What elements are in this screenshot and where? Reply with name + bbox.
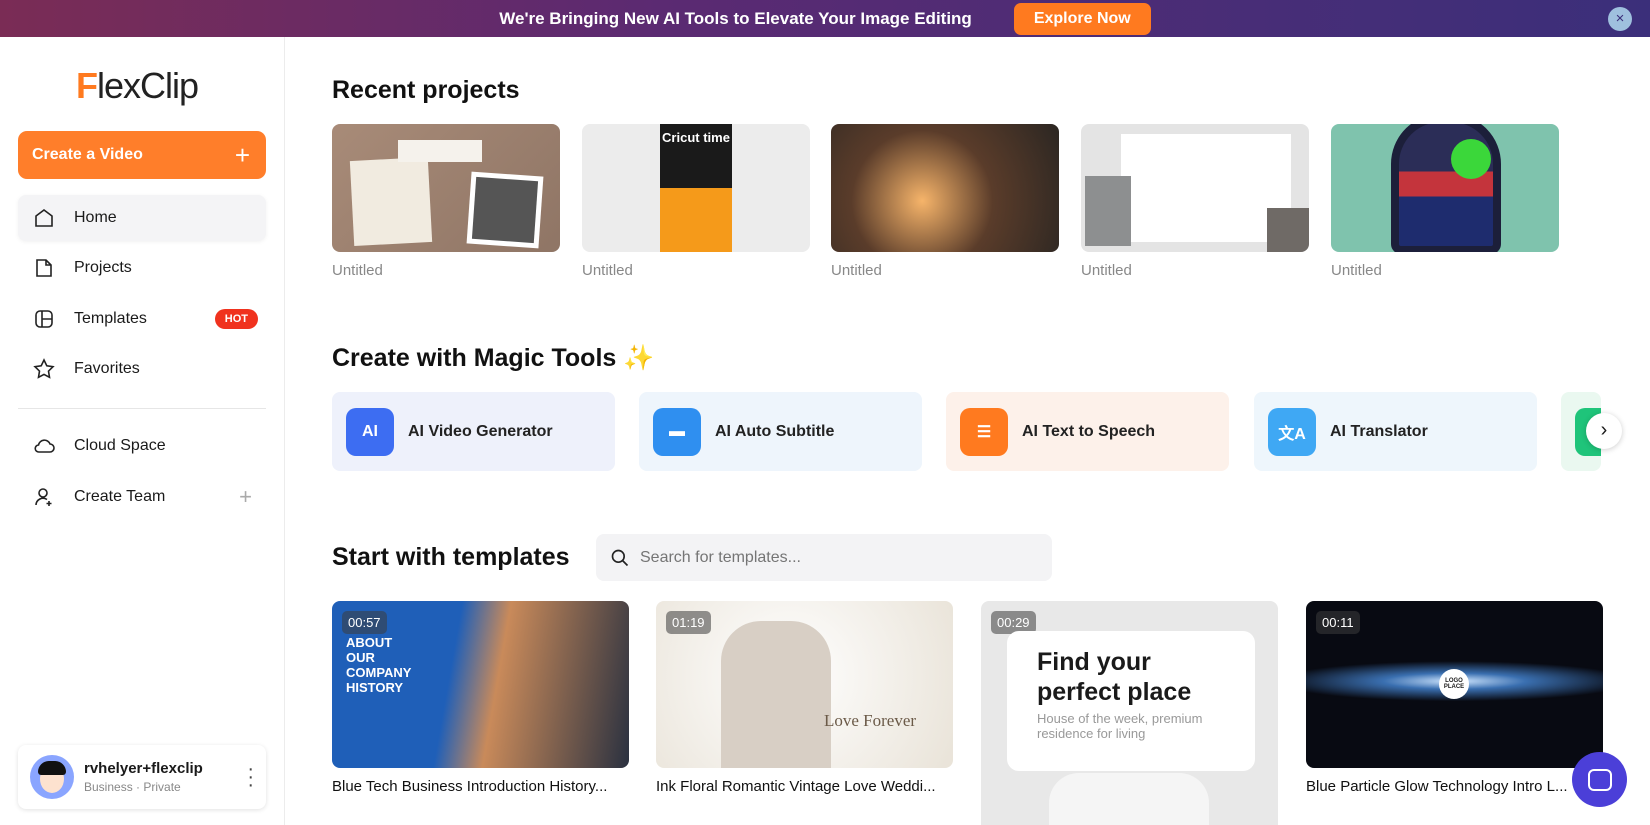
more-options-icon[interactable]: · · ·: [247, 759, 254, 795]
duration-badge: 01:19: [666, 611, 711, 634]
subtitle-icon: ▬: [653, 407, 701, 456]
template-label: Blue Tech Business Introduction History.…: [332, 778, 608, 795]
banner-text: We're Bringing New AI Tools to Elevate Y…: [499, 8, 972, 28]
sidebar-item-label: Favorites: [74, 360, 140, 377]
duration-badge: 00:57: [342, 611, 387, 634]
project-thumbnail[interactable]: [831, 124, 1059, 252]
translate-icon: 文A: [1268, 407, 1316, 456]
tool-ai-translator[interactable]: 文A AI Translator: [1254, 392, 1537, 471]
template-card[interactable]: 00:29 Find your perfect place House of t…: [981, 601, 1278, 825]
thumb-text: Love Forever: [824, 711, 917, 730]
thumb-subtext: House of the week, premium residence for…: [1037, 711, 1203, 741]
user-account-card[interactable]: rvhelyer+flexclip Business · Private · · ·: [18, 745, 266, 809]
sidebar-item-label: Projects: [74, 259, 132, 276]
magic-tools-title-text: Create with Magic Tools: [332, 344, 617, 372]
explore-now-button[interactable]: Explore Now: [1013, 2, 1151, 35]
star-icon: [33, 358, 55, 379]
cloud-icon: [34, 439, 55, 453]
tool-ai-auto-subtitle[interactable]: ▬ AI Auto Subtitle: [639, 392, 922, 471]
chat-support-button[interactable]: [1572, 752, 1627, 807]
user-name: rvhelyer+flexclip: [84, 760, 203, 777]
template-label: Ink Floral Romantic Vintage Love Weddi..…: [656, 778, 936, 795]
chevron-right-icon[interactable]: ›: [1586, 413, 1622, 449]
search-input[interactable]: [640, 548, 1020, 567]
sidebar-item-favorites[interactable]: Favorites: [18, 346, 266, 392]
close-icon[interactable]: ×: [1608, 7, 1632, 31]
tool-ai-text-to-speech[interactable]: ☰ AI Text to Speech: [946, 392, 1229, 471]
speech-icon: ☰: [960, 407, 1008, 456]
magic-tools-title: Create with Magic Tools ✨: [332, 344, 654, 373]
search-icon: [611, 549, 629, 566]
sidebar-item-cloud-space[interactable]: Cloud Space: [18, 423, 266, 469]
project-thumbnail[interactable]: [332, 124, 560, 252]
sidebar-item-home[interactable]: Home: [18, 195, 266, 241]
projects-icon: [36, 259, 52, 277]
thumb-text: Find your perfect place: [1037, 648, 1192, 706]
recent-projects-title: Recent projects: [332, 76, 520, 104]
sidebar-item-label: Cloud Space: [74, 437, 166, 454]
template-card[interactable]: 01:19 Love Forever: [656, 601, 953, 768]
tool-ai-video-generator[interactable]: AI AI Video Generator: [332, 392, 615, 471]
tool-label: AI Translator: [1330, 422, 1428, 440]
sidebar-item-projects[interactable]: Projects: [18, 245, 266, 291]
project-label: Untitled: [332, 262, 383, 279]
templates-icon: [35, 310, 53, 328]
template-label: Blue Particle Glow Technology Intro L...: [1306, 778, 1568, 795]
template-card[interactable]: 00:57 ABOUT OUR COMPANY HISTORY: [332, 601, 629, 768]
create-video-button[interactable]: Create a Video +: [18, 131, 266, 179]
magic-wand-icon: ✨: [623, 344, 655, 372]
project-thumbnail[interactable]: [1081, 124, 1309, 252]
thumb-text: LOGO PLACE: [1439, 669, 1469, 699]
thumb-text: ABOUT OUR COMPANY HISTORY: [346, 635, 412, 695]
flexclip-logo[interactable]: FlexClip: [76, 65, 199, 107]
sidebar-item-label: Create Team: [74, 488, 166, 505]
chat-icon: [1587, 768, 1612, 791]
add-team-button[interactable]: +: [239, 484, 252, 510]
ai-video-icon: AI: [346, 407, 394, 456]
template-search[interactable]: [596, 534, 1052, 581]
avatar: [30, 755, 74, 799]
tool-label: AI Auto Subtitle: [715, 422, 835, 440]
sidebar-item-label: Templates: [74, 310, 147, 327]
promo-banner: We're Bringing New AI Tools to Elevate Y…: [0, 0, 1650, 37]
tool-label: AI Video Generator: [408, 422, 553, 440]
tool-label: AI Text to Speech: [1022, 422, 1156, 440]
sidebar: FlexClip Create a Video + Home Projects T…: [0, 37, 285, 825]
project-label: Untitled: [1081, 262, 1132, 279]
project-thumbnail[interactable]: Cricut time: [582, 124, 810, 252]
project-thumbnail[interactable]: [1331, 124, 1559, 252]
add-user-icon: [35, 488, 52, 506]
project-label: Untitled: [1331, 262, 1382, 279]
create-video-label: Create a Video: [32, 146, 143, 163]
hot-badge: HOT: [214, 309, 258, 329]
sidebar-item-templates[interactable]: Templates HOT: [18, 296, 266, 342]
plus-icon: +: [234, 139, 250, 170]
sidebar-item-create-team[interactable]: Create Team +: [18, 474, 266, 520]
home-icon: [35, 209, 53, 227]
template-card[interactable]: 00:11 LOGO PLACE: [1306, 601, 1603, 768]
project-label: Untitled: [582, 262, 633, 279]
project-label: Untitled: [831, 262, 882, 279]
templates-title: Start with templates: [332, 543, 570, 571]
thumb-text: Cricut time: [660, 124, 732, 252]
user-plan: Business · Private: [84, 780, 181, 794]
duration-badge: 00:11: [1316, 611, 1360, 634]
divider: [18, 408, 266, 409]
sidebar-item-label: Home: [74, 209, 117, 226]
